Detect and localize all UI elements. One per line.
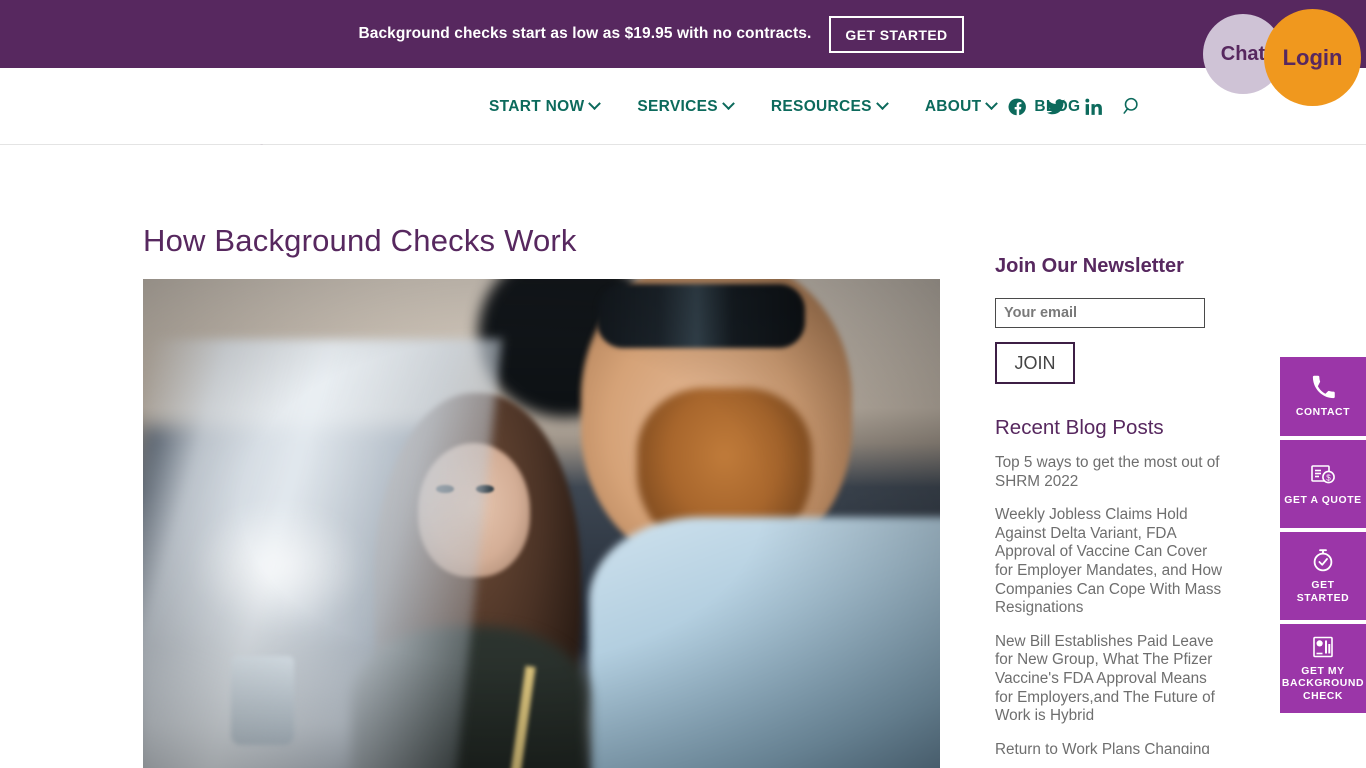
side-action-rail: CONTACT $ GET A QUOTE GET STARTED GET MY… [1280,357,1366,713]
list-item[interactable]: Return to Work Plans Changing Due to COV… [995,741,1223,754]
phone-icon [1311,375,1336,400]
newsletter-join-button[interactable]: JOIN [995,342,1075,384]
nav-item-resources[interactable]: RESOURCES [752,97,906,116]
rail-label: GET MY BACKGROUND CHECK [1281,665,1365,702]
facebook-icon[interactable] [1008,97,1028,117]
list-item[interactable]: Top 5 ways to get the most out of SHRM 2… [995,454,1223,491]
linkedin-icon[interactable] [1084,97,1104,117]
rail-button-get-a-quote[interactable]: $ GET A QUOTE [1280,440,1366,528]
rail-button-contact[interactable]: CONTACT [1280,357,1366,436]
nav-social-icons [1008,68,1143,145]
nav-label: START NOW [489,97,585,115]
list-item[interactable]: New Bill Establishes Paid Leave for New … [995,633,1223,726]
page-title: How Background Checks Work [143,223,577,258]
nav-item-services[interactable]: SERVICES [618,97,752,116]
invoice-icon: $ [1310,462,1336,488]
stopwatch-icon [1310,547,1336,573]
article-column: How Background Checks Work [143,145,940,768]
promo-text: Background checks start as low as $19.95… [358,25,812,42]
page-body: How Background Checks Work Join Our News… [0,145,1366,768]
promo-bar: Background checks start as low as $19.95… [0,0,1366,106]
recent-posts-list: Top 5 ways to get the most out of SHRM 2… [995,454,1223,754]
promo-get-started-button[interactable]: GET STARTED [829,15,964,53]
chevron-down-icon [588,97,602,111]
login-button[interactable]: Login [1264,9,1361,106]
nav-item-about[interactable]: ABOUT [906,97,1016,116]
svg-text:$: $ [1326,473,1331,482]
newsletter-title: Join Our Newsletter [995,255,1184,277]
rail-button-get-started[interactable]: GET STARTED [1280,532,1366,620]
nav-label: SERVICES [637,97,718,115]
nav-item-start-now[interactable]: START NOW [470,97,618,116]
nav-label: ABOUT [924,97,982,115]
rail-label: GET STARTED [1296,580,1350,604]
photo-vignette [143,279,940,768]
main-navigation-bar: K RESS Employment Screening START NOW SE… [0,68,1366,194]
hero-image [143,279,940,768]
nav-links: START NOW SERVICES RESOURCES ABOUT BLOG [470,68,1099,145]
chevron-down-icon [875,97,889,111]
twitter-icon[interactable] [1046,97,1066,117]
chevron-down-icon [722,97,735,111]
search-icon[interactable] [1122,96,1143,117]
recent-posts-title: Recent Blog Posts [995,416,1164,439]
rail-button-get-my-background-check[interactable]: GET MY BACKGROUND CHECK [1280,624,1366,713]
list-item[interactable]: Weekly Jobless Claims Hold Against Delta… [995,506,1223,618]
nav-label: RESOURCES [770,97,872,115]
content-wrapper: How Background Checks Work Join Our News… [143,145,1223,768]
chevron-down-icon [985,97,999,111]
sidebar: Join Our Newsletter JOIN Recent Blog Pos… [995,145,1223,768]
promo-inner: Background checks start as low as $19.95… [358,15,964,53]
report-icon [1311,635,1335,659]
rail-label: CONTACT [1295,406,1351,418]
rail-label: GET A QUOTE [1284,494,1362,506]
newsletter-email-input[interactable] [995,298,1205,328]
